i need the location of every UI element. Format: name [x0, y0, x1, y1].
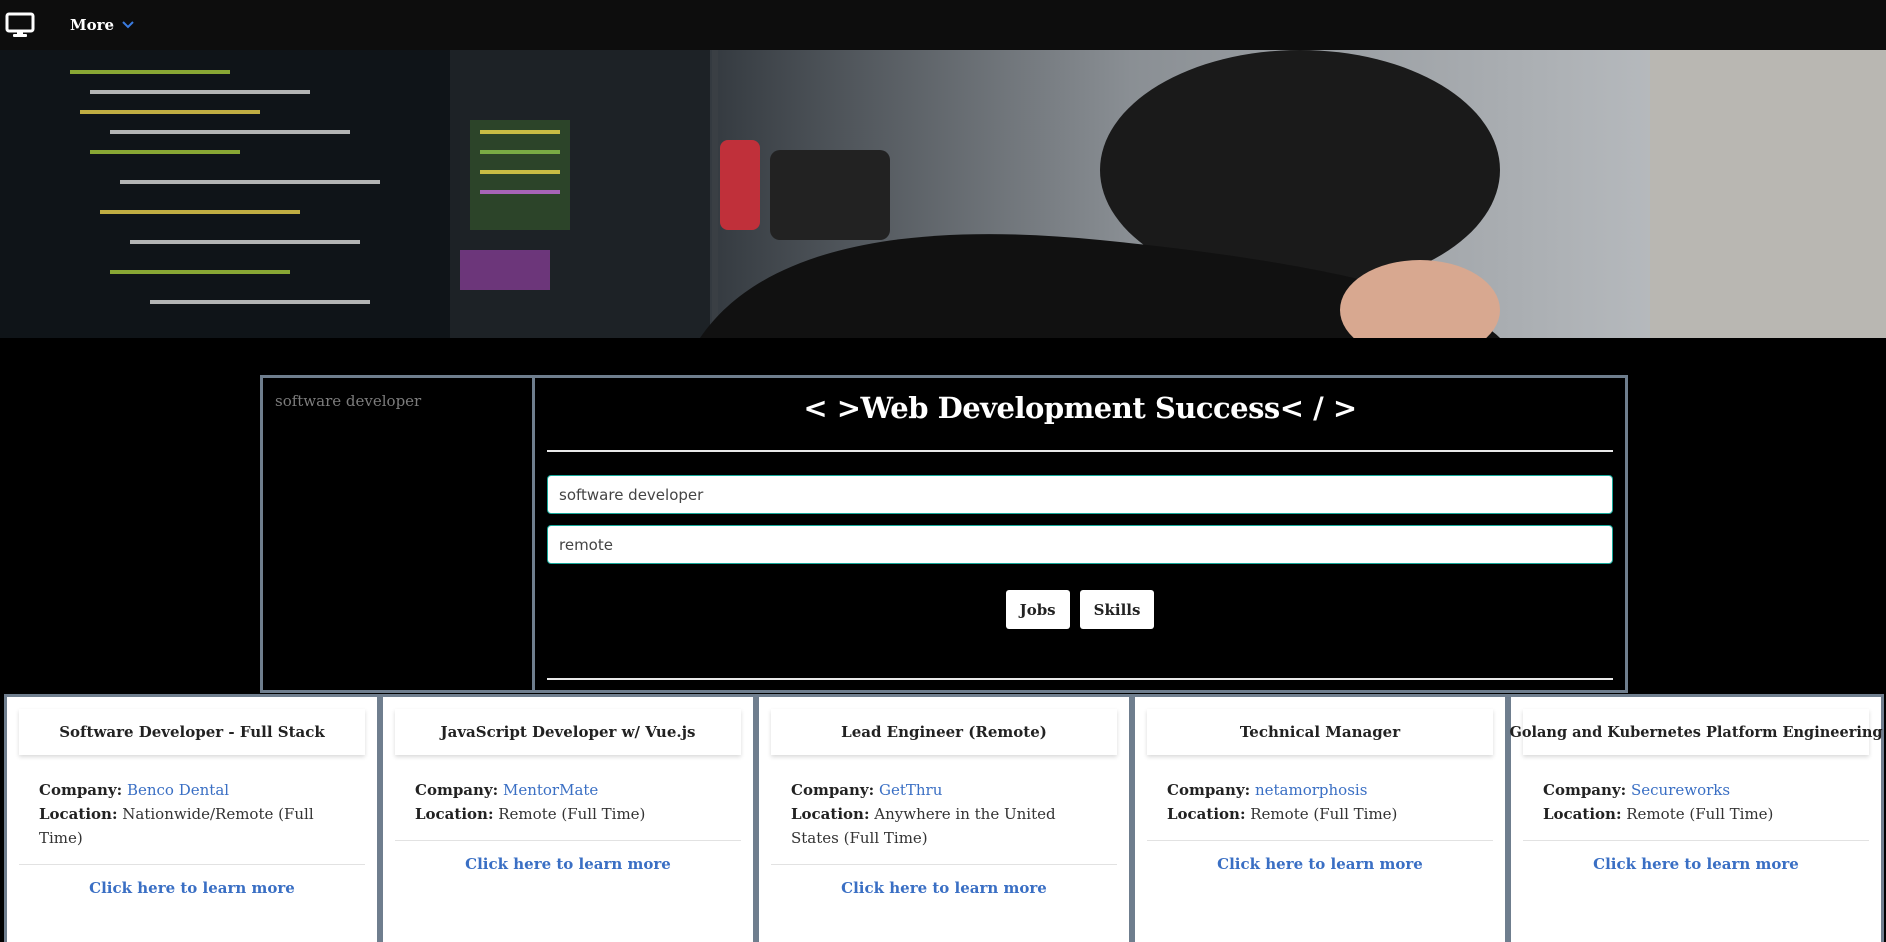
page-title: < >Web Development Success< / >: [803, 391, 1357, 425]
learn-more-link[interactable]: Click here to learn more: [771, 879, 1117, 897]
job-location: Remote (Full Time): [498, 805, 646, 823]
learn-more-link[interactable]: Click here to learn more: [19, 879, 365, 897]
divider: [547, 450, 1613, 452]
location-label: Location:: [39, 805, 118, 823]
location-label: Location:: [1167, 805, 1246, 823]
learn-more-link[interactable]: Click here to learn more: [1523, 855, 1869, 873]
location-label: Location:: [1543, 805, 1622, 823]
company-label: Company:: [415, 781, 499, 799]
learn-more-link[interactable]: Click here to learn more: [395, 855, 741, 873]
search-buttons: Jobs Skills: [535, 590, 1625, 629]
job-title: Software Developer - Full Stack: [19, 709, 365, 755]
company-link[interactable]: Benco Dental: [127, 781, 229, 799]
company-link[interactable]: MentorMate: [503, 781, 598, 799]
search-history-sidebar: software developer: [263, 378, 535, 690]
job-results: Software Developer - Full Stack Company:…: [4, 694, 1884, 942]
monitor-icon[interactable]: [2, 7, 38, 43]
skills-button[interactable]: Skills: [1079, 590, 1155, 629]
company-link[interactable]: Secureworks: [1631, 781, 1730, 799]
jobs-button[interactable]: Jobs: [1005, 590, 1070, 629]
job-title: JavaScript Developer w/ Vue.js: [395, 709, 741, 755]
keyword-input[interactable]: [547, 475, 1613, 514]
top-navbar: More: [0, 0, 1886, 50]
location-label: Location:: [791, 805, 870, 823]
divider: [547, 678, 1613, 680]
history-item[interactable]: software developer: [275, 392, 520, 410]
job-card: JavaScript Developer w/ Vue.js Company: …: [380, 694, 756, 942]
job-title: Golang and Kubernetes Platform Engineeri…: [1509, 709, 1882, 755]
job-title: Technical Manager: [1147, 709, 1493, 755]
more-menu-label: More: [70, 16, 115, 34]
divider: [771, 864, 1117, 865]
company-link[interactable]: netamorphosis: [1255, 781, 1367, 799]
job-details: Company: Secureworks Location: Remote (F…: [1523, 755, 1869, 826]
divider: [395, 840, 741, 841]
job-card: Technical Manager Company: netamorphosis…: [1132, 694, 1508, 942]
job-details: Company: MentorMate Location: Remote (Fu…: [395, 755, 741, 826]
job-location: Remote (Full Time): [1250, 805, 1398, 823]
location-label: Location:: [415, 805, 494, 823]
job-details: Company: Benco Dental Location: Nationwi…: [19, 755, 365, 850]
company-label: Company:: [1543, 781, 1627, 799]
job-card: Software Developer - Full Stack Company:…: [4, 694, 380, 942]
job-details: Company: GetThru Location: Anywhere in t…: [771, 755, 1117, 850]
hero-banner-image: [0, 50, 1886, 338]
company-label: Company:: [1167, 781, 1251, 799]
divider: [19, 864, 365, 865]
job-details: Company: netamorphosis Location: Remote …: [1147, 755, 1493, 826]
learn-more-link[interactable]: Click here to learn more: [1147, 855, 1493, 873]
job-location: Remote (Full Time): [1626, 805, 1774, 823]
company-label: Company:: [39, 781, 123, 799]
search-main: < >Web Development Success< / > Jobs Ski…: [535, 378, 1625, 690]
divider: [1147, 840, 1493, 841]
job-title: Lead Engineer (Remote): [771, 709, 1117, 755]
location-input[interactable]: [547, 525, 1613, 564]
divider: [1523, 840, 1869, 841]
search-panel: software developer < >Web Development Su…: [260, 375, 1628, 693]
chevron-down-icon: [122, 21, 134, 29]
job-card: Lead Engineer (Remote) Company: GetThru …: [756, 694, 1132, 942]
company-link[interactable]: GetThru: [879, 781, 942, 799]
job-card: Golang and Kubernetes Platform Engineeri…: [1508, 694, 1884, 942]
company-label: Company:: [791, 781, 875, 799]
more-menu[interactable]: More: [70, 16, 134, 34]
